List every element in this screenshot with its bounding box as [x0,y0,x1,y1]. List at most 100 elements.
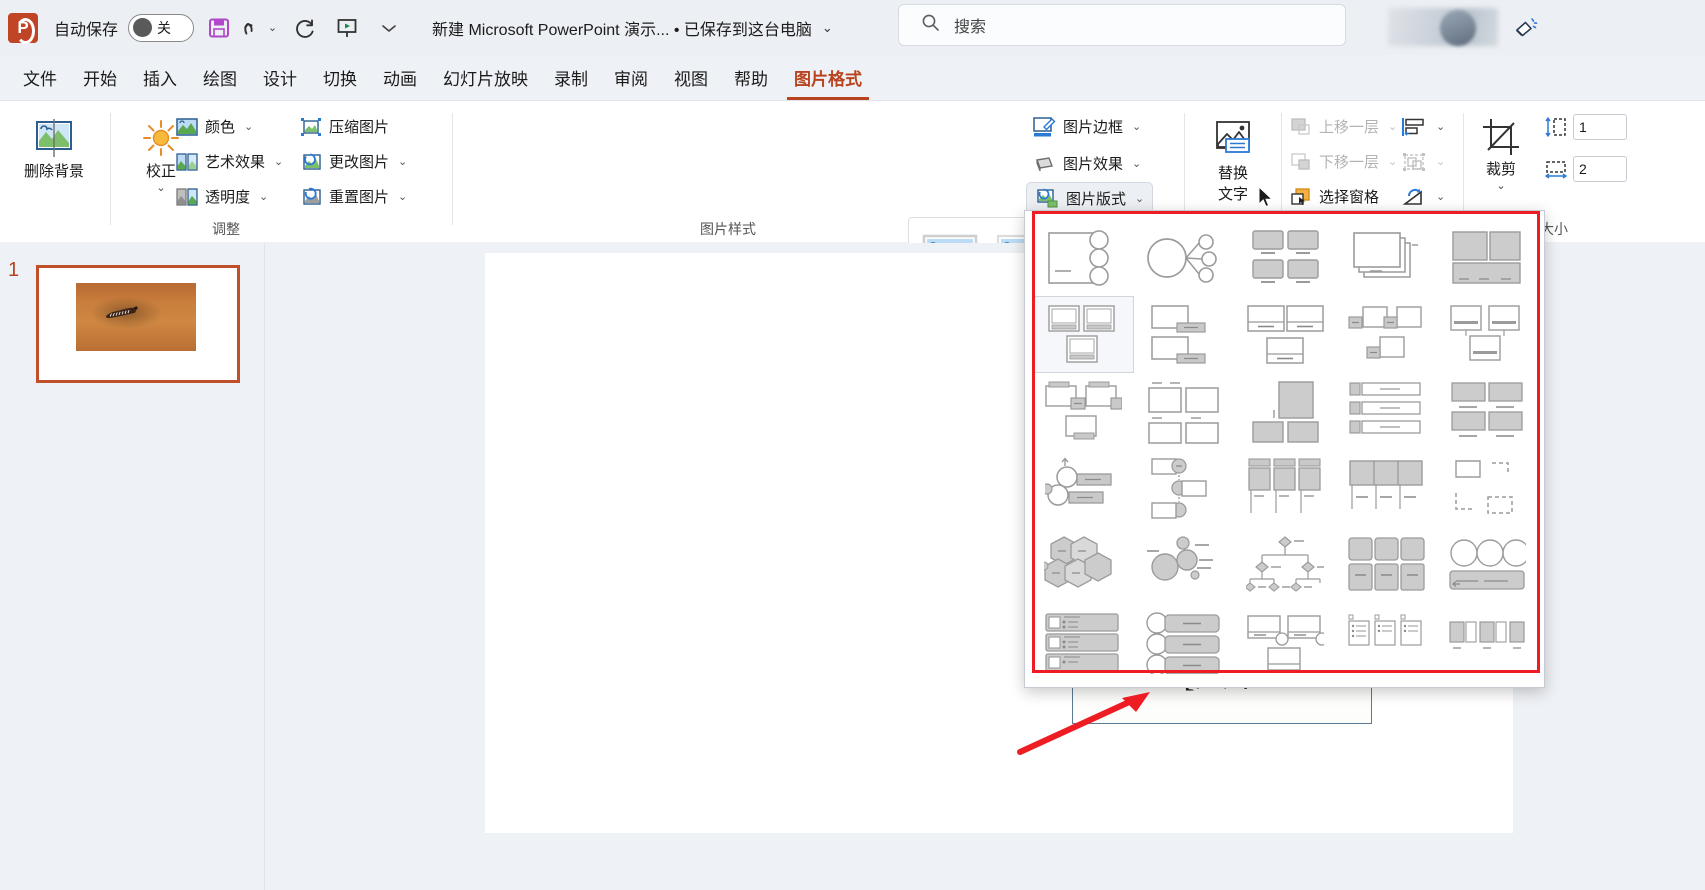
layout-picture-accent-process[interactable] [1134,373,1235,450]
shape-height-field[interactable]: 1 [1544,114,1627,140]
autosave-toggle[interactable]: 关 [128,13,195,42]
bring-forward-icon [1291,117,1310,135]
corrections-chevron-down-icon[interactable]: ⌄ [156,181,165,194]
layout-bubble-picture-list[interactable] [1235,219,1336,296]
title-chevron-down-icon[interactable]: ⌄ [822,20,833,36]
bring-forward-chevron-down-icon[interactable]: ⌄ [1388,120,1397,133]
shape-height-icon [1545,116,1566,138]
layout-continuous-picture-list[interactable] [1033,296,1134,373]
tab-file[interactable]: 文件 [10,61,70,94]
group-button[interactable]: ⌄ [1397,146,1449,177]
reset-picture-button[interactable]: 重置图片 ⌄ [296,181,411,212]
redo-icon[interactable] [288,11,322,45]
artistic-effects-chevron-down-icon[interactable]: ⌄ [274,155,283,168]
picture-effects-chevron-down-icon[interactable]: ⌄ [1132,157,1141,170]
color-label: 颜色 [205,119,236,136]
group-chevron-down-icon[interactable]: ⌄ [1436,155,1445,168]
change-picture-chevron-down-icon[interactable]: ⌄ [398,155,407,168]
tab-picture-format[interactable]: 图片格式 [781,61,875,100]
layout-alternating-picture-blocks[interactable] [1033,527,1134,604]
align-chevron-down-icon[interactable]: ⌄ [1436,120,1445,133]
bring-forward-button[interactable]: 上移一层 ⌄ [1286,111,1401,142]
layout-vertical-picture-accent-list[interactable] [1335,604,1436,681]
compress-pictures-button[interactable]: 压缩图片 [296,111,393,142]
rotate-button[interactable]: ⌄ [1397,181,1449,212]
layout-bending-picture-blocks[interactable] [1134,219,1235,296]
layout-theme-picture-grid[interactable] [1436,604,1537,681]
search-box[interactable]: 搜索 [898,4,1346,46]
layout-descending-picture-callout[interactable] [1134,296,1235,373]
avatar[interactable] [1440,10,1476,46]
send-backward-chevron-down-icon[interactable]: ⌄ [1388,155,1397,168]
shape-width-field[interactable]: 2 [1544,156,1627,182]
shape-height-input[interactable]: 1 [1573,114,1627,140]
align-button[interactable]: ⌄ [1397,111,1449,142]
tab-slideshow[interactable]: 幻灯片放映 [430,61,541,94]
crop-chevron-down-icon[interactable]: ⌄ [1496,179,1505,192]
layout-titled-picture-accent-list[interactable] [1033,604,1134,681]
layout-picture-lineup[interactable] [1436,373,1537,450]
layout-circle-picture-hierarchy[interactable] [1436,527,1537,604]
tab-transitions[interactable]: 切换 [310,61,370,94]
tab-record[interactable]: 录制 [541,61,601,94]
layout-picture-strips[interactable] [1134,450,1235,527]
slide-number: 1 [8,259,20,281]
tab-draw[interactable]: 绘图 [190,61,250,94]
selection-pane-button[interactable]: 选择窗格 [1286,181,1383,212]
rotate-chevron-down-icon[interactable]: ⌄ [1436,190,1445,203]
layout-captioned-picture-row[interactable] [1335,527,1436,604]
tab-view[interactable]: 视图 [661,61,721,94]
slide-thumbnail-image [76,283,196,351]
layout-bubble-picture-grid[interactable] [1235,527,1336,604]
picture-border-button[interactable]: 图片边框 ⌄ [1028,111,1145,142]
layout-picture-grid[interactable] [1335,373,1436,450]
change-picture-button[interactable]: 更改图片 ⌄ [296,146,411,177]
send-backward-button[interactable]: 下移一层 ⌄ [1286,146,1401,177]
layout-alternating-picture-circles[interactable] [1134,527,1235,604]
layout-snapshot-picture-list[interactable] [1335,450,1436,527]
layout-spiral-picture[interactable] [1436,450,1537,527]
layout-picture-accent-list[interactable] [1033,373,1134,450]
start-presentation-icon[interactable] [330,11,364,45]
tab-home[interactable]: 开始 [70,61,130,94]
reset-picture-label: 重置图片 [329,189,390,206]
slide-thumbnail-1[interactable] [36,265,240,383]
color-chevron-down-icon[interactable]: ⌄ [244,120,253,133]
layout-accented-picture[interactable] [1033,219,1134,296]
layout-radial-picture-list[interactable] [1235,450,1336,527]
shape-width-input[interactable]: 2 [1573,156,1627,182]
layout-circular-picture-callout[interactable] [1436,219,1537,296]
announcements-icon[interactable] [1508,10,1542,44]
customize-quick-access-icon[interactable] [372,11,406,45]
layout-hexagon-picture[interactable] [1335,296,1436,373]
transparency-chevron-down-icon[interactable]: ⌄ [259,190,268,203]
layout-picture-accent-blocks[interactable] [1436,296,1537,373]
tab-animations[interactable]: 动画 [370,61,430,94]
picture-effects-button[interactable]: 图片效果 ⌄ [1028,148,1145,179]
save-icon[interactable] [202,11,236,45]
undo-icon[interactable]: ⌄ [238,11,280,45]
remove-background-button[interactable]: 删除背景 [8,107,100,180]
layout-captioned-pictures[interactable] [1335,219,1436,296]
title-bar: P 自动保存 关 ⌄ 新建 Microsoft PowerPoint 演示...… [0,0,1705,55]
transparency-button[interactable]: 透明度 ⌄ [172,181,272,212]
tab-review[interactable]: 审阅 [601,61,661,94]
artistic-effects-button[interactable]: 艺术效果 ⌄ [172,146,287,177]
crop-button[interactable]: 裁剪 ⌄ [1464,107,1538,192]
autosave-state-label: 关 [157,19,172,36]
layout-vertical-picture-list[interactable] [1235,604,1336,681]
picture-border-chevron-down-icon[interactable]: ⌄ [1132,120,1141,133]
color-button[interactable]: 颜色 ⌄ [172,111,257,142]
tab-help[interactable]: 帮助 [721,61,781,94]
tab-design[interactable]: 设计 [250,61,310,94]
tab-insert[interactable]: 插入 [130,61,190,94]
layout-framed-picture[interactable] [1235,296,1336,373]
artistic-effects-icon [176,152,198,171]
zebra-photo-icon [106,306,138,319]
picture-layout-dropdown[interactable] [1024,210,1545,688]
picture-layout-chevron-down-icon[interactable]: ⌄ [1135,192,1144,205]
layout-picture-caption-list[interactable] [1235,373,1336,450]
layout-picture-organization-chart[interactable] [1033,450,1134,527]
reset-picture-chevron-down-icon[interactable]: ⌄ [398,190,407,203]
layout-title-picture-lineup[interactable] [1134,604,1235,681]
